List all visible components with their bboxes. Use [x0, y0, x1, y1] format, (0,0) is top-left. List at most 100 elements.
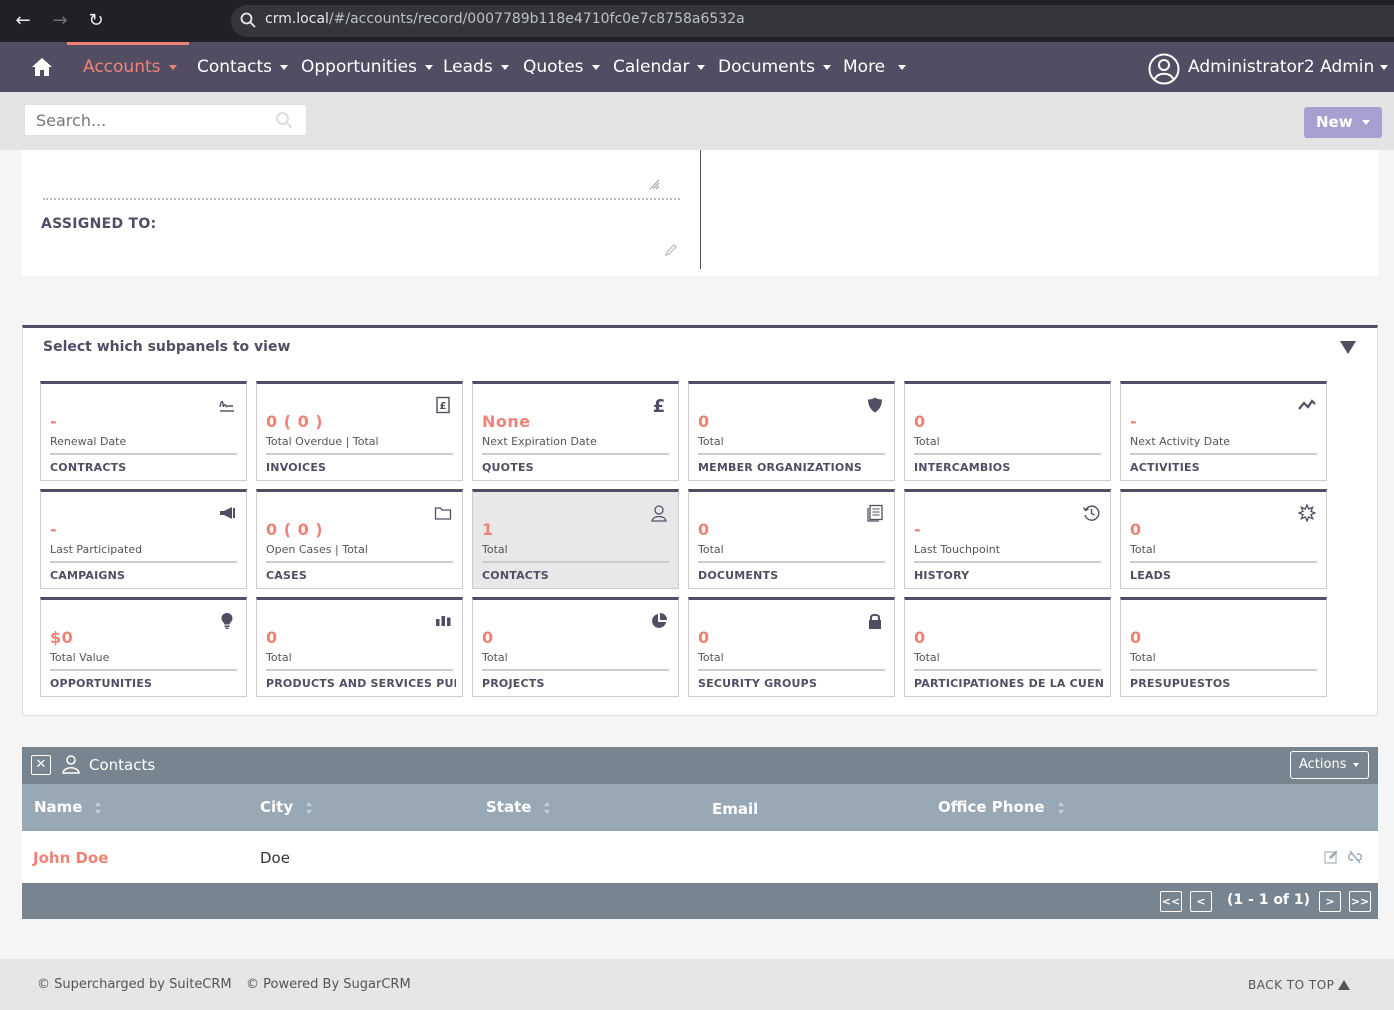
sort-icon	[306, 801, 313, 814]
back-to-top-link[interactable]: BACK TO TOP	[1248, 978, 1334, 992]
tile-name: PRODUCTS AND SERVICES PUR...	[266, 677, 456, 690]
last-page-button[interactable]: >>	[1349, 891, 1371, 912]
caret-down-icon	[425, 64, 433, 70]
tile-history[interactable]: - Last Touchpoint HISTORY	[904, 489, 1111, 589]
url-host: crm.local	[265, 11, 329, 27]
tile-activities[interactable]: - Next Activity Date ACTIVITIES	[1120, 381, 1327, 481]
nav-contacts[interactable]: Contacts	[197, 57, 288, 77]
tile-name: DOCUMENTS	[698, 569, 779, 582]
tile-contracts[interactable]: - Renewal Date CONTRACTS	[40, 381, 247, 481]
tile-security-groups[interactable]: 0 Total SECURITY GROUPS	[688, 597, 895, 697]
search-icon	[240, 12, 256, 28]
nav-documents[interactable]: Documents	[718, 57, 831, 77]
tile-value: -	[50, 412, 58, 431]
column-header-name[interactable]: Name	[34, 798, 102, 816]
forward-arrow-icon[interactable]: →	[48, 9, 72, 33]
collapse-triangle-icon[interactable]	[1340, 341, 1356, 354]
tile-rule	[50, 669, 237, 671]
actions-button[interactable]: Actions	[1290, 751, 1369, 779]
nav-leads[interactable]: Leads	[443, 57, 509, 77]
tile-rule	[266, 453, 453, 455]
edit-icon[interactable]	[1324, 850, 1338, 864]
signature-icon	[219, 400, 234, 412]
unlink-icon[interactable]	[1347, 850, 1363, 864]
next-page-button[interactable]: >	[1319, 891, 1341, 912]
pagination-info: (1 - 1 of 1)	[1227, 892, 1311, 908]
svg-text:£: £	[653, 396, 666, 414]
tile-subtitle: Total	[1130, 651, 1156, 664]
caret-down-icon	[1380, 64, 1389, 70]
tile-value: 0	[698, 520, 710, 539]
contact-name-link[interactable]: John Doe	[33, 849, 108, 867]
tile-invoices[interactable]: £ 0 ( 0 ) Total Overdue | Total INVOICES	[256, 381, 463, 481]
tile-documents[interactable]: 0 Total DOCUMENTS	[688, 489, 895, 589]
contacts-subpanel-title[interactable]: Contacts	[89, 756, 155, 774]
tile-presupuestos[interactable]: 0 Total PRESUPUESTOS	[1120, 597, 1327, 697]
tile-name: SECURITY GROUPS	[698, 677, 818, 690]
tile-value: 0	[914, 628, 926, 647]
url-text[interactable]: crm.local/#/accounts/record/0007789b118e…	[265, 11, 745, 27]
tile-rule	[1130, 453, 1317, 455]
table-row	[22, 831, 1378, 883]
url-path: /#/accounts/record/0007789b118e4710fc0e7…	[328, 11, 745, 27]
pencil-edit-icon[interactable]	[664, 243, 678, 257]
tile-participationes[interactable]: 0 Total PARTICIPATIONES DE LA CUENTA	[904, 597, 1111, 697]
tile-value: 0	[698, 412, 710, 431]
search-input[interactable]	[24, 104, 307, 136]
nav-calendar[interactable]: Calendar	[613, 57, 706, 77]
close-subpanel-button[interactable]: ✕	[31, 755, 51, 775]
supercharged-link[interactable]: © Supercharged by SuiteCRM	[37, 977, 232, 992]
tile-value: 0	[1130, 628, 1142, 647]
first-page-button[interactable]: <<	[1160, 891, 1182, 912]
nav-label: Leads	[443, 57, 493, 77]
column-header-city[interactable]: City	[260, 798, 313, 816]
tile-opportunities[interactable]: $0 Total Value OPPORTUNITIES	[40, 597, 247, 697]
tile-name: LEADS	[1130, 569, 1172, 582]
tile-value: 0 ( 0 )	[266, 412, 324, 431]
tile-contacts[interactable]: 1 Total CONTACTS	[472, 489, 679, 589]
tile-value: 1	[482, 520, 494, 539]
nav-label: Opportunities	[301, 57, 417, 77]
tile-projects[interactable]: 0 Total PROJECTS	[472, 597, 679, 697]
tile-quotes[interactable]: £ None Next Expiration Date QUOTES	[472, 381, 679, 481]
browser-toolbar: ← → ↻ crm.local/#/accounts/record/000778…	[0, 0, 1394, 42]
tile-subtitle: Total	[698, 651, 724, 664]
tile-value: None	[482, 412, 531, 431]
reload-icon[interactable]: ↻	[84, 9, 108, 33]
user-menu[interactable]: Administrator2 Admin	[1188, 57, 1389, 77]
tile-leads[interactable]: 0 Total LEADS	[1120, 489, 1327, 589]
home-icon[interactable]	[30, 55, 54, 79]
tile-subtitle: Total	[698, 435, 724, 448]
tile-campaigns[interactable]: - Last Participated CAMPAIGNS	[40, 489, 247, 589]
tile-products-and-services[interactable]: 0 Total PRODUCTS AND SERVICES PUR...	[256, 597, 463, 697]
sort-icon	[544, 801, 551, 814]
new-button[interactable]: New	[1304, 107, 1382, 138]
column-header-state[interactable]: State	[486, 798, 551, 816]
nav-label: Documents	[718, 57, 815, 77]
search-icon[interactable]	[275, 111, 293, 129]
tile-rule	[482, 453, 669, 455]
tile-rule	[50, 453, 237, 455]
tile-member-organizations[interactable]: 0 Total MEMBER ORGANIZATIONS	[688, 381, 895, 481]
tile-value: 0	[266, 628, 278, 647]
resize-grip-icon[interactable]	[648, 178, 660, 190]
tile-cases[interactable]: 0 ( 0 ) Open Cases | Total CASES	[256, 489, 463, 589]
nav-opportunities[interactable]: Opportunities	[301, 57, 433, 77]
pound-icon: £	[653, 396, 666, 414]
back-arrow-icon[interactable]: ←	[11, 9, 35, 33]
user-avatar-icon[interactable]	[1148, 53, 1180, 85]
tile-subtitle: Total	[914, 651, 940, 664]
tile-intercambios[interactable]: 0 Total INTERCAMBIOS	[904, 381, 1111, 481]
search-bar: New	[0, 92, 1394, 150]
arrow-up-icon[interactable]	[1338, 980, 1350, 990]
tile-name: CONTRACTS	[50, 461, 127, 474]
powered-by-link[interactable]: © Powered By SugarCRM	[246, 977, 411, 992]
previous-page-button[interactable]: <	[1190, 891, 1212, 912]
nav-quotes[interactable]: Quotes	[523, 57, 600, 77]
tile-rule	[1130, 669, 1317, 671]
nav-label: Contacts	[197, 57, 272, 77]
tile-subtitle: Next Activity Date	[1130, 435, 1231, 448]
nav-accounts[interactable]: Accounts	[83, 57, 177, 77]
column-header-office-phone[interactable]: Office Phone	[938, 798, 1065, 816]
nav-more[interactable]: More	[843, 57, 907, 77]
